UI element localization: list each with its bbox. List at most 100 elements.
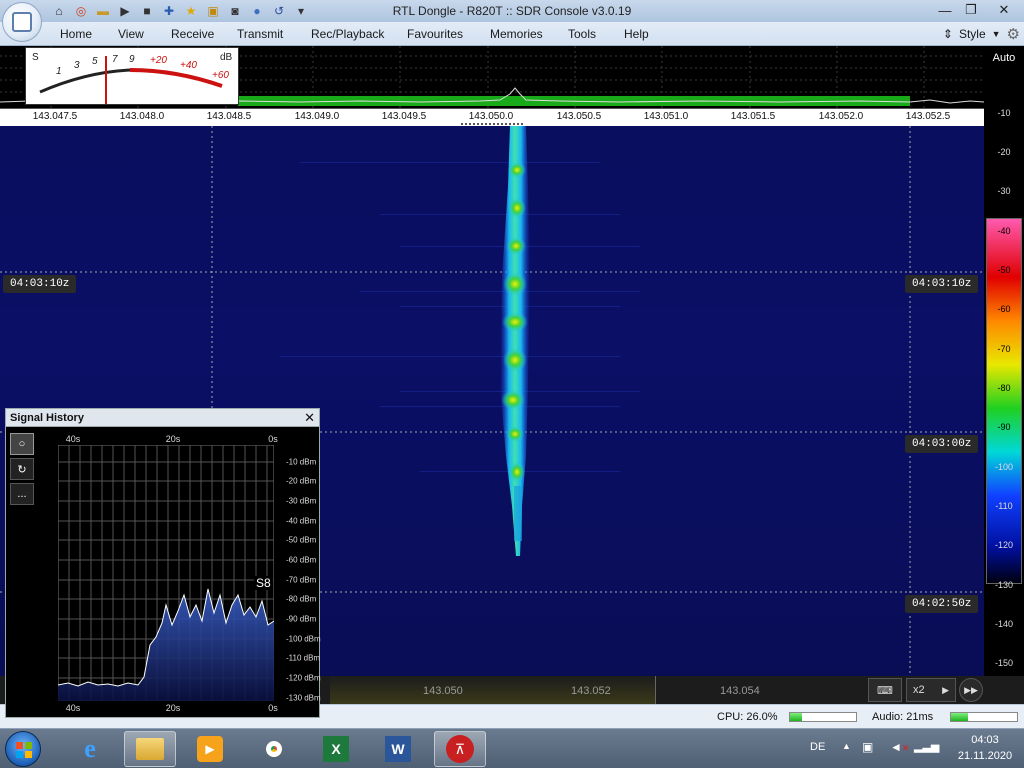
folder-icon bbox=[136, 738, 164, 760]
menu-receive[interactable]: Receive bbox=[171, 27, 214, 41]
plus-icon[interactable]: ✚ bbox=[160, 3, 178, 19]
cpu-usage-fill bbox=[790, 713, 802, 721]
chrome-icon bbox=[260, 735, 288, 763]
keyboard-button[interactable]: ⌨ bbox=[868, 678, 902, 702]
db-label: -110 bbox=[995, 501, 1013, 511]
keyboard-icon: ⌨ bbox=[877, 684, 893, 697]
freq-tick: 143.051.5 bbox=[730, 111, 776, 122]
lifebuoy-icon[interactable]: ◎ bbox=[72, 3, 90, 19]
freq-tick: 143.051.0 bbox=[643, 111, 689, 122]
camera-icon[interactable]: ◙ bbox=[226, 3, 244, 19]
start-button[interactable] bbox=[5, 731, 41, 767]
drop-icon[interactable]: ● bbox=[248, 3, 266, 19]
windows-logo-icon bbox=[16, 742, 32, 758]
history-db-label: -100 dBm bbox=[286, 634, 321, 644]
db-label: -30 bbox=[997, 186, 1011, 196]
clock-date[interactable]: 21.11.2020 bbox=[950, 750, 1020, 762]
close-button[interactable]: ✕ bbox=[984, 0, 1024, 20]
reset-button[interactable]: ↻ bbox=[10, 458, 34, 480]
taskbar-sdr-console[interactable]: ⊼ bbox=[434, 731, 486, 767]
taskbar-chrome[interactable] bbox=[248, 731, 300, 767]
freq-tick: 143.049.5 bbox=[381, 111, 427, 122]
window-title: RTL Dongle - R820T :: SDR Console v3.0.1… bbox=[392, 4, 632, 18]
app-icon bbox=[12, 12, 32, 32]
db-label: -40 bbox=[997, 226, 1011, 236]
signal-history-panel: Signal History ✕ ○ ↻ ... 40s 20s 0s 40s … bbox=[5, 408, 321, 718]
waterfall-timestamp: 04:02:50z bbox=[905, 595, 979, 613]
speaker-muted-icon[interactable]: ◄✕ bbox=[890, 740, 909, 754]
play-icon[interactable]: ▶ bbox=[116, 3, 134, 19]
network-signal-icon[interactable]: ▂▃▅ bbox=[914, 740, 939, 753]
internet-explorer-icon: e bbox=[84, 734, 96, 763]
stop-icon[interactable]: ■ bbox=[138, 3, 156, 19]
s-meter-dial: S dB 1 3 5 7 9 +20 +40 +60 bbox=[32, 52, 233, 104]
db-label: -50 bbox=[997, 265, 1011, 275]
cpu-usage-label: CPU: 26.0% bbox=[717, 711, 778, 723]
waterfall-timestamp-left: 04:03:10z bbox=[3, 275, 77, 293]
taskbar-excel[interactable]: X bbox=[310, 731, 362, 767]
menu-transmit[interactable]: Transmit bbox=[237, 27, 283, 41]
history-db-label: -30 dBm bbox=[286, 496, 317, 506]
history-time-label: 20s bbox=[165, 703, 181, 713]
taskbar-media-player[interactable]: ▶ bbox=[184, 731, 236, 767]
menu-help[interactable]: Help bbox=[624, 27, 649, 41]
home-icon[interactable]: ⌂ bbox=[50, 3, 68, 19]
system-tray: DE ▲ ▣ ◄✕ ▂▃▅ 04:03 21.11.2020 bbox=[810, 729, 1024, 768]
taskbar-file-explorer[interactable] bbox=[124, 731, 176, 767]
auto-button[interactable]: Auto bbox=[984, 52, 1024, 64]
zoom-selector[interactable]: x2 ▶ bbox=[906, 678, 956, 702]
chevron-down-icon[interactable]: ▾ bbox=[292, 3, 310, 19]
taskbar-internet-explorer[interactable]: e bbox=[64, 731, 116, 767]
menu-rec-playback[interactable]: Rec/Playback bbox=[311, 27, 384, 41]
history-time-label: 20s bbox=[165, 434, 181, 444]
waterfall-timestamp: 04:03:00z bbox=[905, 435, 979, 453]
clock-time[interactable]: 04:03 bbox=[950, 734, 1020, 746]
chevron-down-icon: ▼ bbox=[991, 29, 1001, 39]
audio-level-bar bbox=[950, 712, 1018, 722]
more-options-label: ... bbox=[17, 488, 27, 500]
swap-icon: ⇕ bbox=[942, 27, 953, 41]
db-scale: Auto -10 -20 -30 -40 -50 -60 -70 -80 -90… bbox=[984, 46, 1024, 676]
application-menu-button[interactable] bbox=[2, 2, 42, 42]
radio-tower-icon: ⊼ bbox=[446, 735, 474, 763]
menu-view[interactable]: View bbox=[118, 27, 144, 41]
freq-tick: 143.048.5 bbox=[206, 111, 252, 122]
signal-history-close-button[interactable]: ✕ bbox=[304, 410, 315, 426]
s-tick-7: 7 bbox=[112, 54, 118, 65]
maximize-button[interactable]: ❐ bbox=[958, 0, 984, 20]
fast-forward-icon: ▶▶ bbox=[964, 684, 978, 695]
lock-icon[interactable]: ▣ bbox=[204, 3, 222, 19]
more-options-button[interactable]: ... bbox=[10, 483, 34, 505]
star-icon[interactable]: ★ bbox=[182, 3, 200, 19]
history-db-label: -120 dBm bbox=[286, 673, 321, 683]
forward-button[interactable]: ▶▶ bbox=[959, 678, 983, 702]
db-label: -70 bbox=[997, 344, 1011, 354]
menu-favourites[interactable]: Favourites bbox=[407, 27, 463, 41]
undo-icon[interactable]: ↺ bbox=[270, 3, 288, 19]
chevron-up-icon[interactable]: ▲ bbox=[842, 741, 851, 751]
language-indicator[interactable]: DE bbox=[810, 741, 825, 753]
gear-icon[interactable]: ⚙ bbox=[1007, 25, 1020, 43]
freq-tick: 143.050.5 bbox=[556, 111, 602, 122]
menu-tools[interactable]: Tools bbox=[568, 27, 596, 41]
record-button[interactable]: ○ bbox=[10, 433, 34, 455]
minimize-button[interactable]: — bbox=[932, 0, 958, 20]
history-db-label: -60 dBm bbox=[286, 555, 317, 565]
frequency-axis[interactable]: 143.047.5 143.048.0 143.048.5 143.049.0 … bbox=[0, 109, 984, 126]
s-tick-5: 5 bbox=[92, 56, 98, 67]
s-meter-db-label: dB bbox=[220, 52, 233, 63]
taskbar-word[interactable]: W bbox=[372, 731, 424, 767]
db-label: -20 bbox=[997, 147, 1011, 157]
menu-memories[interactable]: Memories bbox=[490, 27, 543, 41]
history-db-label: -130 dBm bbox=[286, 693, 321, 703]
action-center-icon[interactable]: ▣ bbox=[862, 740, 873, 754]
style-selector[interactable]: ⇕ Style ▼ ⚙ bbox=[943, 25, 1020, 43]
folder-icon[interactable]: ▬ bbox=[94, 3, 112, 19]
cpu-usage-bar bbox=[789, 712, 857, 722]
waterfall-timestamp: 04:03:10z bbox=[905, 275, 979, 293]
history-db-label: -90 dBm bbox=[286, 614, 317, 624]
signal-history-titlebar[interactable]: Signal History ✕ bbox=[6, 409, 319, 427]
audio-level-fill bbox=[951, 713, 968, 721]
zoom-label: x2 bbox=[913, 684, 925, 696]
menu-home[interactable]: Home bbox=[60, 27, 92, 41]
